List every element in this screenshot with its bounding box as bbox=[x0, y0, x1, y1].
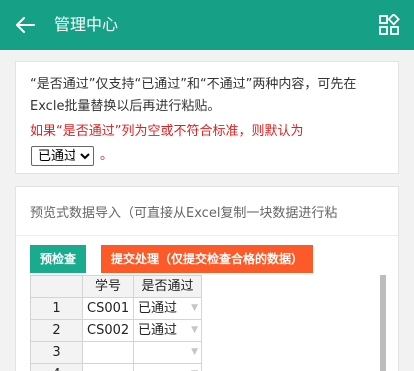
notice-period: 。 bbox=[100, 148, 114, 163]
column-header-pass[interactable]: 是否通过 bbox=[133, 275, 202, 298]
table-row: 2 CS002 已通过 ▼ bbox=[30, 319, 202, 342]
notice-card: “是否通过”仅支持“已通过”和“不通过”两种内容，可先在Excle批量替换以后再… bbox=[15, 61, 399, 174]
cell-id[interactable]: CS001 bbox=[82, 297, 134, 320]
cell-id[interactable] bbox=[82, 341, 134, 364]
cell-pass[interactable]: ▼ bbox=[133, 341, 202, 364]
page-title: 管理中心 bbox=[54, 15, 119, 34]
precheck-button[interactable]: 预检查 bbox=[30, 245, 86, 273]
corner-cell[interactable] bbox=[30, 275, 83, 298]
dropdown-arrow-icon[interactable]: ▼ bbox=[191, 298, 198, 318]
table-header-row: 学号 是否通过 bbox=[30, 275, 202, 298]
row-number[interactable]: 4 bbox=[30, 363, 83, 371]
cell-pass[interactable]: 已通过 ▼ bbox=[133, 319, 202, 342]
row-number[interactable]: 1 bbox=[30, 297, 83, 320]
cell-id[interactable]: CS002 bbox=[82, 319, 134, 342]
cell-pass-value: 已通过 bbox=[138, 322, 178, 338]
cell-pass[interactable]: ▼ bbox=[133, 363, 202, 371]
notice-text: “是否通过”仅支持“已通过”和“不通过”两种内容，可先在Excle批量替换以后再… bbox=[30, 77, 357, 114]
spreadsheet[interactable]: 学号 是否通过 1 CS001 已通过 ▼ 2 CS002 已通过 ▼ 3 ▼ 4 bbox=[30, 275, 386, 371]
back-arrow-icon[interactable] bbox=[12, 12, 38, 38]
divider bbox=[16, 235, 398, 236]
cell-id[interactable] bbox=[82, 363, 134, 371]
cell-pass[interactable]: 已通过 ▼ bbox=[133, 297, 202, 320]
dropdown-arrow-icon[interactable]: ▼ bbox=[191, 364, 198, 371]
default-status-select[interactable]: 已通过 bbox=[31, 146, 94, 166]
app-header: 管理中心 bbox=[0, 0, 414, 50]
row-number[interactable]: 2 bbox=[30, 319, 83, 342]
dropdown-arrow-icon[interactable]: ▼ bbox=[191, 320, 198, 340]
table-row: 1 CS001 已通过 ▼ bbox=[30, 297, 202, 320]
import-title: 预览式数据导入（可直接从Excel复制一块数据进行粘 bbox=[30, 206, 338, 221]
cell-pass-value: 已通过 bbox=[138, 300, 178, 316]
submit-button[interactable]: 提交处理（仅提交检查合格的数据） bbox=[101, 245, 313, 273]
column-header-id[interactable]: 学号 bbox=[82, 275, 134, 298]
table-row: 4 ▼ bbox=[30, 363, 202, 371]
import-panel: 预览式数据导入（可直接从Excel复制一块数据进行粘 预检查 提交处理（仅提交检… bbox=[15, 186, 399, 371]
notice-warning: 如果“是否通过”列为空或不符合标准，则默认为 bbox=[30, 124, 304, 139]
spreadsheet-table: 学号 是否通过 1 CS001 已通过 ▼ 2 CS002 已通过 ▼ 3 ▼ 4 bbox=[30, 275, 202, 371]
dropdown-arrow-icon[interactable]: ▼ bbox=[191, 342, 198, 362]
app-grid-icon[interactable] bbox=[378, 14, 400, 36]
row-number[interactable]: 3 bbox=[30, 341, 83, 364]
vertical-scrollbar[interactable] bbox=[380, 275, 386, 371]
table-row: 3 ▼ bbox=[30, 341, 202, 364]
